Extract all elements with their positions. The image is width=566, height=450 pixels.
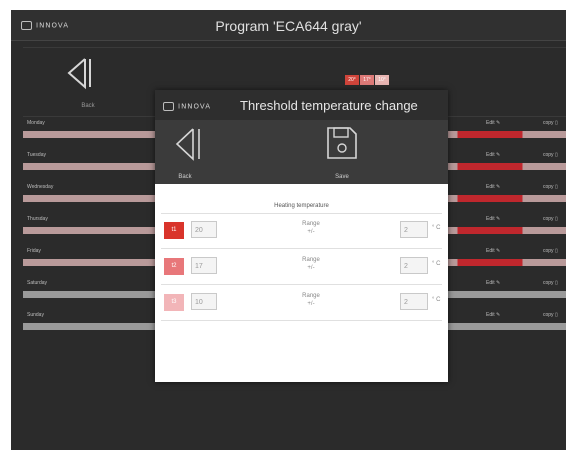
top-bar: INNOVA Program 'ECA644 gray' xyxy=(11,10,566,41)
unit-label: ° C xyxy=(432,297,441,303)
temp-badge-t2: 17° xyxy=(360,75,374,85)
threshold-name: t3 xyxy=(164,294,184,311)
copy-day-button[interactable]: copy ▯ xyxy=(543,184,558,190)
edit-day-button[interactable]: Edit ✎ xyxy=(486,152,500,158)
divider xyxy=(161,320,442,321)
back-icon xyxy=(67,58,91,90)
dialog-body: Heating temperature t1 20 Range +/- 2 ° … xyxy=(155,184,448,382)
app-window: INNOVA Program 'ECA644 gray' Back 20° 17… xyxy=(11,10,566,450)
edit-label: Edit xyxy=(486,280,495,286)
copy-day-button[interactable]: copy ▯ xyxy=(543,248,558,254)
range-label: Range xyxy=(302,221,320,227)
dialog-toolbar: Back Save xyxy=(155,120,448,184)
back-label: Back xyxy=(81,103,95,109)
range-input[interactable]: 2 xyxy=(400,293,428,310)
save-icon xyxy=(327,127,357,159)
edit-day-button[interactable]: Edit ✎ xyxy=(486,216,500,222)
divider xyxy=(161,284,442,285)
day-label: Friday xyxy=(27,248,41,254)
temp-badge-t1: 20° xyxy=(345,75,359,85)
range-label: Range xyxy=(302,257,320,263)
copy-day-button[interactable]: copy ▯ xyxy=(543,152,558,158)
range-input[interactable]: 2 xyxy=(400,257,428,274)
copy-icon: ▯ xyxy=(554,216,558,222)
copy-label: copy xyxy=(543,216,554,222)
day-label: Wednesday xyxy=(27,184,54,190)
copy-label: copy xyxy=(543,312,554,318)
save-button[interactable]: Save xyxy=(312,120,372,184)
logo-text: INNOVA xyxy=(178,102,212,111)
edit-label: Edit xyxy=(486,216,495,222)
range-sign: +/- xyxy=(307,265,315,271)
pencil-icon: ✎ xyxy=(496,248,501,254)
temperature-input[interactable]: 10 xyxy=(191,293,217,310)
range-sign: +/- xyxy=(307,229,315,235)
back-button[interactable] xyxy=(63,56,95,95)
copy-icon: ▯ xyxy=(554,120,558,126)
divider xyxy=(161,248,442,249)
section-title: Heating temperature xyxy=(274,203,329,209)
copy-icon: ▯ xyxy=(554,280,558,286)
pencil-icon: ✎ xyxy=(496,216,501,222)
threshold-row-t2: t2 17 Range +/- 2 ° C xyxy=(161,250,442,284)
temp-badge-t3: 10° xyxy=(375,75,389,85)
dialog-title: Threshold temperature change xyxy=(240,98,418,113)
back-icon xyxy=(175,128,200,161)
edit-label: Edit xyxy=(486,184,495,190)
save-label: Save xyxy=(335,174,349,180)
copy-day-button[interactable]: copy ▯ xyxy=(543,312,558,318)
range-label: Range xyxy=(302,293,320,299)
range-input[interactable]: 2 xyxy=(400,221,428,238)
edit-day-button[interactable]: Edit ✎ xyxy=(486,120,500,126)
copy-label: copy xyxy=(543,280,554,286)
pencil-icon: ✎ xyxy=(496,184,501,190)
threshold-dialog: INNOVA Threshold temperature change Back… xyxy=(155,90,448,382)
pencil-icon: ✎ xyxy=(496,280,501,286)
edit-label: Edit xyxy=(486,312,495,318)
copy-label: copy xyxy=(543,120,554,126)
threshold-name: t1 xyxy=(164,222,184,239)
unit-label: ° C xyxy=(432,225,441,231)
threshold-row-t3: t3 10 Range +/- 2 ° C xyxy=(161,286,442,320)
range-sign: +/- xyxy=(307,301,315,307)
innova-logo: INNOVA xyxy=(163,102,211,111)
copy-icon: ▯ xyxy=(554,184,558,190)
copy-icon: ▯ xyxy=(554,248,558,254)
day-label: Tuesday xyxy=(27,152,46,158)
unit-label: ° C xyxy=(432,261,441,267)
edit-label: Edit xyxy=(486,248,495,254)
copy-label: copy xyxy=(543,152,554,158)
edit-label: Edit xyxy=(486,152,495,158)
edit-day-button[interactable]: Edit ✎ xyxy=(486,280,500,286)
copy-icon: ▯ xyxy=(554,312,558,318)
pencil-icon: ✎ xyxy=(496,120,501,126)
edit-label: Edit xyxy=(486,120,495,126)
copy-icon: ▯ xyxy=(554,152,558,158)
dialog-header: INNOVA Threshold temperature change xyxy=(155,90,448,120)
copy-label: copy xyxy=(543,248,554,254)
threshold-name: t2 xyxy=(164,258,184,275)
program-title: Program 'ECA644 gray' xyxy=(215,18,362,34)
pencil-icon: ✎ xyxy=(496,152,501,158)
day-label: Saturday xyxy=(27,280,48,286)
dialog-back-button[interactable]: Back xyxy=(155,120,215,184)
temperature-badges: 20° 17° 10° xyxy=(345,75,389,85)
copy-label: copy xyxy=(543,184,554,190)
edit-day-button[interactable]: Edit ✎ xyxy=(486,184,500,190)
edit-day-button[interactable]: Edit ✎ xyxy=(486,248,500,254)
copy-day-button[interactable]: copy ▯ xyxy=(543,216,558,222)
day-label: Sunday xyxy=(27,312,44,318)
temperature-input[interactable]: 20 xyxy=(191,221,217,238)
logo-icon xyxy=(163,102,174,111)
copy-day-button[interactable]: copy ▯ xyxy=(543,280,558,286)
day-label: Monday xyxy=(27,120,45,126)
copy-day-button[interactable]: copy ▯ xyxy=(543,120,558,126)
threshold-row-t1: t1 20 Range +/- 2 ° C xyxy=(161,214,442,248)
pencil-icon: ✎ xyxy=(496,312,501,318)
day-label: Thursday xyxy=(27,216,48,222)
temperature-input[interactable]: 17 xyxy=(191,257,217,274)
edit-day-button[interactable]: Edit ✎ xyxy=(486,312,500,318)
back-label: Back xyxy=(178,174,192,180)
